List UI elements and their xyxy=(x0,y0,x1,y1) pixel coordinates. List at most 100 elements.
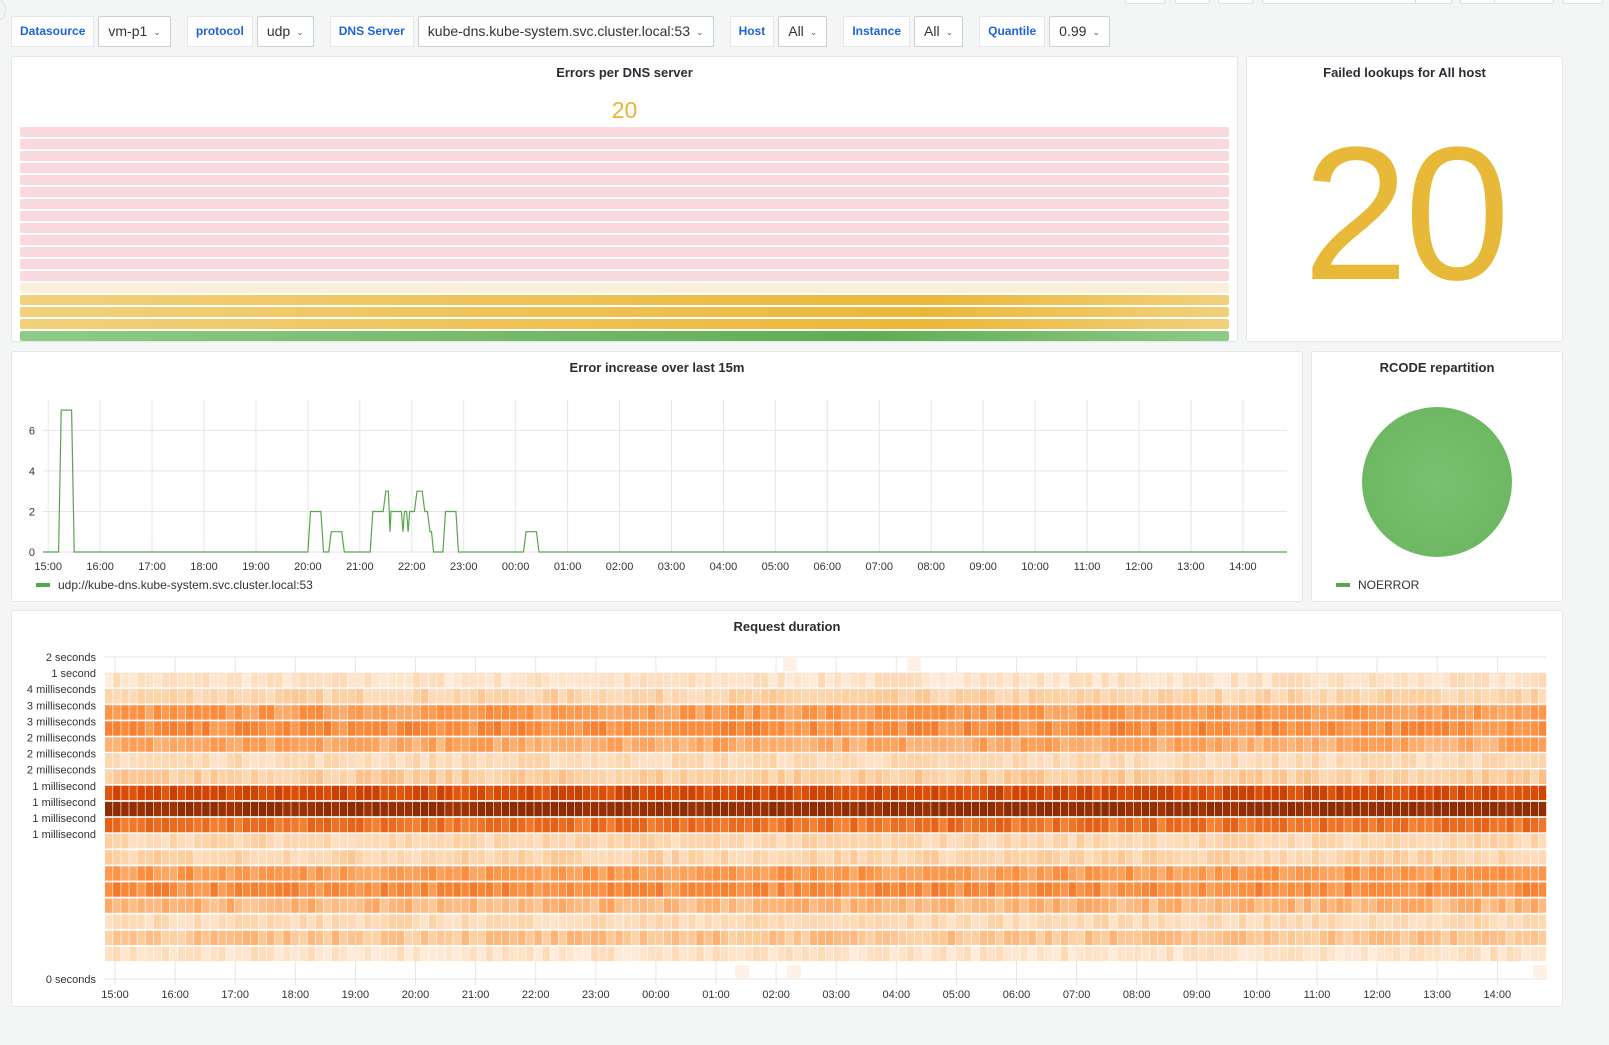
heatmap-cell xyxy=(258,946,267,962)
heatmap-cell xyxy=(501,834,510,849)
datasource-select[interactable]: vm-p1 ⌄ xyxy=(98,16,171,47)
heatmap-cell xyxy=(161,866,170,881)
heatmap-cell xyxy=(396,673,405,688)
heatmap-cell xyxy=(720,946,729,962)
heatmap-cell xyxy=(817,914,826,929)
legend-item[interactable]: udp://kube-dns.kube-system.svc.cluster.l… xyxy=(36,578,313,592)
heatmap-cell xyxy=(1077,737,1085,752)
heatmap-cell xyxy=(850,898,858,913)
heatmap-cell xyxy=(1133,930,1142,945)
heatmap-cell xyxy=(939,753,947,768)
x-tick-label: 12:00 xyxy=(1363,989,1391,1001)
request-duration-heatmap[interactable]: 2 seconds1 second4 milliseconds3 millise… xyxy=(12,611,1562,1006)
heatmap-cell xyxy=(550,737,558,752)
heatmap-cell xyxy=(1239,866,1247,881)
heatmap-cell xyxy=(1141,834,1150,849)
refresh-interval-button[interactable] xyxy=(1563,0,1603,4)
heatmap-cell xyxy=(1093,705,1101,720)
heatmap-cell xyxy=(785,882,793,897)
panel-title[interactable]: Failed lookups for All host xyxy=(1247,65,1562,80)
heatmap-cell xyxy=(1409,769,1417,784)
heatmap-cell xyxy=(1336,898,1344,913)
heatmap-cell xyxy=(842,946,850,962)
heatmap-cell xyxy=(518,737,526,752)
heatmap-cell xyxy=(1433,898,1441,913)
heatmap-cell xyxy=(931,721,939,736)
heatmap-cell xyxy=(655,930,664,945)
toolbar-button[interactable] xyxy=(1218,0,1253,4)
heatmap-cell xyxy=(1174,785,1182,801)
host-select[interactable]: All ⌄ xyxy=(778,16,828,47)
heatmap-cell xyxy=(299,673,307,688)
heatmap-cell xyxy=(874,769,882,784)
heatmap-cell xyxy=(996,914,1004,929)
heatmap-cell xyxy=(1336,866,1344,881)
heatmap-cell xyxy=(307,753,315,768)
heatmap-cell xyxy=(663,882,672,897)
heatmap-cell xyxy=(599,914,607,929)
heatmap-cell xyxy=(550,914,558,929)
heatmap-row xyxy=(105,673,1547,688)
heatmap-cell xyxy=(1287,834,1296,849)
heatmap-cell xyxy=(558,946,567,962)
heatmap-cell xyxy=(971,769,980,784)
pie-slice[interactable] xyxy=(1362,407,1512,557)
dns-server-select[interactable]: kube-dns.kube-system.svc.cluster.local:5… xyxy=(417,16,714,47)
heatmap-cell xyxy=(874,914,882,929)
heatmap-cell xyxy=(242,834,251,849)
error-increase-chart[interactable]: 024615:00 16:00 17:00 18:00 19:00 20:00 21:00 2… xyxy=(12,352,1302,601)
heatmap-cell xyxy=(655,721,664,736)
heatmap-cell xyxy=(129,914,137,929)
heatmap-cell xyxy=(915,785,923,801)
heatmap-cell xyxy=(655,882,664,897)
heatmap-cell xyxy=(315,818,324,833)
toolbar-button[interactable] xyxy=(1125,0,1165,4)
heatmap-cell xyxy=(113,753,121,768)
refresh-button[interactable] xyxy=(1494,0,1554,4)
heatmap-cell xyxy=(388,769,396,784)
heatmap-cell xyxy=(234,801,243,817)
series-line[interactable] xyxy=(43,409,1287,553)
heatmap-cell xyxy=(842,801,850,817)
time-shift-button[interactable] xyxy=(1415,0,1452,4)
heatmap-cell xyxy=(906,753,915,768)
heatmap-cell xyxy=(1166,930,1174,945)
heatmap-cell xyxy=(1166,801,1174,817)
heatmap-cell xyxy=(1255,946,1263,962)
quantile-select[interactable]: 0.99 ⌄ xyxy=(1049,16,1110,47)
heatmap-cell xyxy=(493,866,502,881)
heatmap-cell xyxy=(1287,850,1296,865)
heatmap-cell xyxy=(161,753,170,768)
zoom-out-button[interactable] xyxy=(1460,0,1495,4)
heatmap-cell xyxy=(1328,914,1336,929)
heatmap-cell xyxy=(1522,914,1530,929)
heatmap-cell xyxy=(574,946,583,962)
heatmap-cell xyxy=(299,914,307,929)
heatmap-cell xyxy=(283,850,291,865)
heatmap-cell xyxy=(315,689,324,704)
heatmap-cell xyxy=(485,785,494,801)
heatmap-cell xyxy=(882,673,891,688)
heatmap-cell xyxy=(866,721,874,736)
heatmap-cell xyxy=(801,914,810,929)
heatmap-cell xyxy=(137,898,145,913)
heatmap-cell xyxy=(534,930,542,945)
heatmap-cell xyxy=(1133,737,1142,752)
heatmap-cell xyxy=(591,914,599,929)
heatmap-cell xyxy=(1409,721,1417,736)
toolbar-button[interactable] xyxy=(1175,0,1210,4)
heatmap-cell xyxy=(615,753,623,768)
instance-select[interactable]: All ⌄ xyxy=(914,16,964,47)
panel-title[interactable]: Errors per DNS server xyxy=(12,65,1237,80)
heatmap-cell xyxy=(1222,705,1231,720)
heatmap-cell xyxy=(1311,689,1320,704)
rcode-pie-chart[interactable] xyxy=(1312,352,1562,601)
heatmap-cell xyxy=(1230,866,1239,881)
protocol-select[interactable]: udp ⌄ xyxy=(256,16,314,47)
heatmap-cell xyxy=(404,834,413,849)
heatmap-cell xyxy=(1044,769,1053,784)
heatmap-cell xyxy=(1465,721,1474,736)
legend-item[interactable]: NOERROR xyxy=(1336,578,1419,592)
heatmap-cell xyxy=(242,785,251,801)
heatmap-cell xyxy=(817,705,826,720)
